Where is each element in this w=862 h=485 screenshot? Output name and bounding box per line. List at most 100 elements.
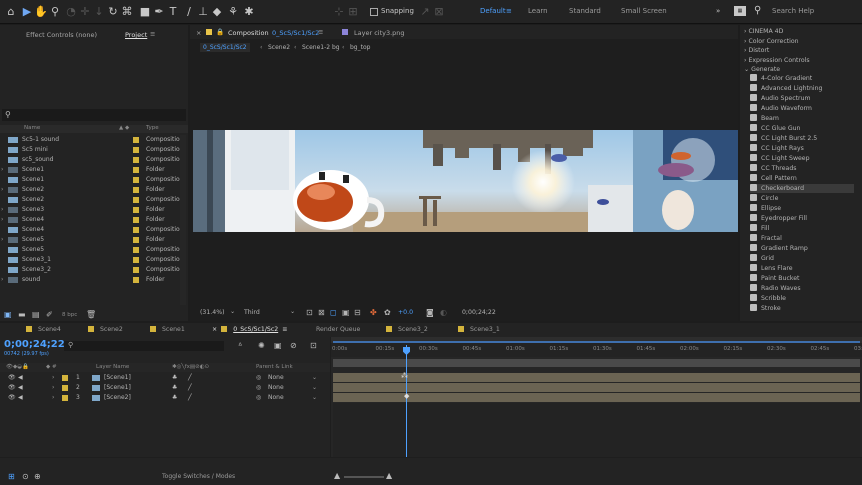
panel-menu-icon[interactable]: ≡ (150, 30, 155, 38)
effect-item[interactable]: Beam (750, 114, 779, 123)
workspace-menu-icon[interactable]: ≡ (506, 7, 512, 15)
tab-project[interactable]: Project (125, 31, 147, 39)
layer-bar[interactable] (333, 393, 860, 402)
effects-category[interactable]: › Color Correction (744, 37, 799, 46)
tab-effect-controls[interactable]: Effect Controls (none) (26, 31, 97, 39)
exposure-reset-icon[interactable]: ✿ (384, 308, 391, 317)
list-item[interactable]: sc5_sound Composition (0, 155, 183, 165)
zoom-tool-icon[interactable]: ⚲ (48, 5, 62, 19)
list-item[interactable]: Scene5 Composition (0, 245, 183, 255)
show-snapshot-icon[interactable]: ◐ (440, 308, 447, 317)
label-swatch[interactable] (133, 257, 139, 263)
table-row[interactable]: 👁 ◀ › 3 [Scene2] ♣ ╱ ◎ None ⌄ (0, 393, 330, 403)
tab-timeline[interactable]: Scene2 (88, 326, 123, 333)
list-item[interactable]: › Scene1 Folder (0, 165, 180, 175)
close-icon[interactable]: × (196, 29, 201, 37)
eye-icon[interactable]: 👁 (8, 383, 16, 393)
audio-icon[interactable]: ◀ (18, 383, 23, 393)
eraser-tool-icon[interactable]: ◆ (210, 5, 224, 19)
selection-tool-icon[interactable]: ▶ (20, 5, 34, 19)
effect-item[interactable]: Grid (750, 254, 774, 263)
rotation-tool-icon[interactable]: ↻ (106, 5, 120, 19)
effect-item[interactable]: CC Light Sweep (750, 154, 810, 163)
list-item[interactable]: › Scene4 Folder (0, 215, 180, 225)
workspace-small-screen[interactable]: Small Screen (621, 7, 667, 15)
work-area[interactable] (333, 359, 860, 367)
project-search-input[interactable]: ⚲ (2, 109, 186, 121)
eye-icon[interactable]: 👁 (8, 373, 16, 383)
audio-icon[interactable]: ◀ (18, 373, 23, 383)
effect-item[interactable]: Lens Flare (750, 264, 793, 273)
column-name[interactable]: Name (24, 125, 40, 131)
list-item[interactable]: › sound Folder (0, 275, 180, 285)
effects-category[interactable]: › CINEMA 4D (744, 27, 783, 36)
tab-timeline[interactable]: Render Queue (316, 326, 360, 333)
project-scrollbar[interactable] (180, 135, 186, 305)
shy-switch-icon[interactable]: ♣ (172, 383, 177, 393)
column-type[interactable]: Type (146, 125, 159, 131)
effect-item[interactable]: Gradient Ramp (750, 244, 808, 253)
list-item[interactable]: › Scene2 Folder (0, 185, 180, 195)
channel-icon[interactable]: ✤ (370, 308, 377, 317)
pan-behind-tool-icon[interactable]: ⌘ (120, 5, 134, 19)
brush-tool-icon[interactable]: ∕ (182, 5, 196, 19)
effect-item[interactable]: Ellipse (750, 204, 781, 213)
layer-bar[interactable] (333, 383, 860, 392)
table-row[interactable]: 👁 ◀ › 2 [Scene1] ♣ ╱ ◎ None ⌄ (0, 383, 330, 393)
tab-timeline[interactable]: Scene3_1 (458, 326, 500, 333)
layer-bar[interactable] (333, 373, 860, 382)
project-settings-icon[interactable]: ✐ (46, 310, 53, 319)
breadcrumb-item[interactable]: bg_top (350, 44, 370, 51)
roto-brush-tool-icon[interactable]: ⚘ (226, 5, 240, 19)
parent-select[interactable]: None (268, 393, 284, 403)
list-item[interactable]: Scene3_2 Composition (0, 265, 183, 275)
label-swatch[interactable] (62, 395, 68, 401)
tab-timeline[interactable]: Scene4 (26, 326, 61, 333)
lock-icon[interactable]: 🔒 (216, 28, 224, 36)
effect-item[interactable]: 4-Color Gradient (750, 74, 812, 83)
type-tool-icon[interactable]: T (166, 5, 180, 19)
label-column-icon[interactable]: ▲ ◆ (119, 125, 129, 131)
keyframe-icon[interactable]: ◆ (404, 392, 409, 400)
effect-item[interactable]: Fill (750, 224, 769, 233)
magnification-value[interactable]: (31.4%) (200, 309, 224, 316)
render-time-icon[interactable]: ⊞ (8, 472, 15, 481)
new-composition-icon[interactable]: ▤ (32, 310, 40, 319)
pickwhip-icon[interactable]: ◎ (256, 373, 261, 383)
pen-tool-icon[interactable]: ✒ (152, 5, 166, 19)
shy-switch-icon[interactable]: ♣ (172, 393, 177, 403)
breadcrumb-item[interactable]: Scene1-2 bg (302, 44, 340, 51)
list-item[interactable]: Sc5 mini Composition (0, 145, 183, 155)
tab-composition-label[interactable]: Composition (228, 29, 269, 37)
rectangle-tool-icon[interactable]: ■ (138, 5, 152, 19)
workspace-default[interactable]: Default (480, 7, 506, 15)
move-tool-icon[interactable]: ✛ (78, 5, 92, 19)
breadcrumb-item[interactable]: 0_ScS/Sc1/Sc2 (200, 43, 250, 52)
breadcrumb-item[interactable]: Scene2 (268, 44, 290, 51)
expand-arrow-icon[interactable]: › (52, 373, 54, 383)
column-parent[interactable]: Parent & Link (256, 364, 293, 370)
chevron-down-icon[interactable]: ⌄ (312, 393, 317, 403)
snap-options-icon[interactable]: ↗ (418, 5, 432, 19)
label-swatch[interactable] (133, 267, 139, 273)
bpc-label[interactable]: 8 bpc (62, 312, 77, 318)
zoom-slider[interactable] (344, 476, 384, 478)
sync-settings-icon[interactable]: ▦ (734, 6, 746, 16)
label-swatch[interactable] (133, 157, 139, 163)
effect-item[interactable]: CC Threads (750, 164, 796, 173)
zoom-out-icon[interactable]: ▲ (334, 471, 340, 480)
panel-menu-icon[interactable]: ≡ (318, 28, 323, 36)
list-item[interactable]: Scene4 Composition (0, 225, 183, 235)
list-item[interactable]: Scene3_1 Composition (0, 255, 183, 265)
time-ruler[interactable]: 0:00s 00:15s 00:30s 00:45s 01:00s 01:15s 01:30… (331, 343, 862, 357)
comp-mini-flowchart-icon[interactable]: ᐞ (238, 341, 242, 350)
effect-item[interactable]: CC Light Rays (750, 144, 804, 153)
effect-item[interactable]: Checkerboard (750, 184, 854, 193)
shy-switch-icon[interactable]: ♣ (172, 373, 177, 383)
orbit-tool-icon[interactable]: ◔ (64, 5, 78, 19)
search-help-input[interactable]: Search Help (772, 7, 814, 15)
effect-item[interactable]: Advanced Lightning (750, 84, 822, 93)
effect-item[interactable]: Radio Waves (750, 284, 801, 293)
list-item[interactable]: Scene1 Composition (0, 175, 183, 185)
effect-item[interactable]: Paint Bucket (750, 274, 799, 283)
